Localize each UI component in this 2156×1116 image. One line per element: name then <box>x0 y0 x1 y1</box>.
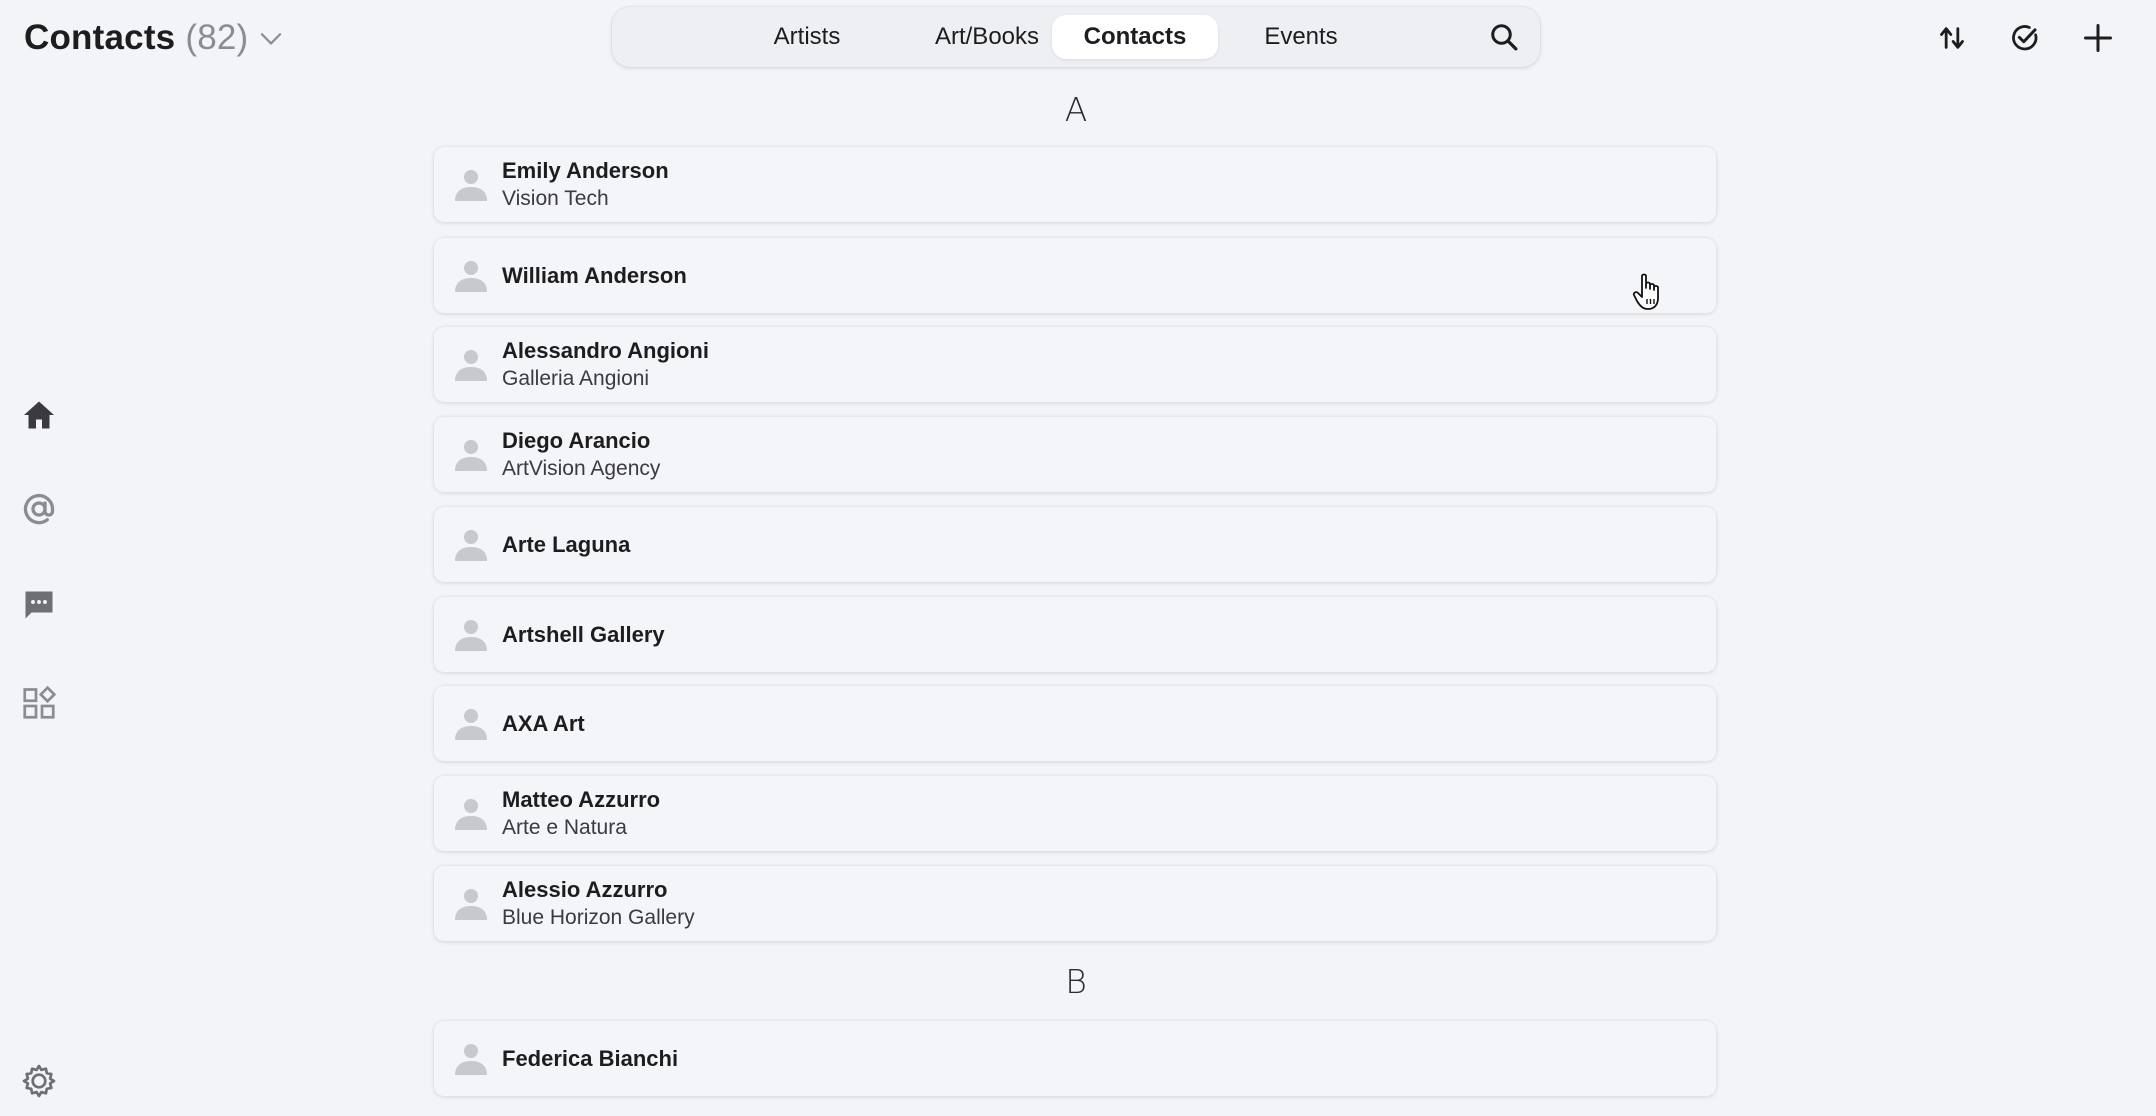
contact-company: ArtVision Agency <box>502 456 661 480</box>
contact-name: AXA Art <box>502 710 585 736</box>
chevron-down-icon[interactable] <box>258 25 284 51</box>
plus-icon <box>2084 24 2112 52</box>
person-icon <box>455 708 487 740</box>
gear-icon <box>22 1064 56 1098</box>
tab-events[interactable]: Events <box>1234 15 1368 59</box>
sort-icon <box>1940 27 1964 49</box>
contact-name: Matteo Azzurro <box>502 786 661 812</box>
contact-name: Arte Laguna <box>502 531 631 557</box>
tab-contacts[interactable]: Contacts <box>1052 15 1218 59</box>
sort-button[interactable] <box>1932 18 1972 58</box>
section-letter-b: B <box>1065 962 1087 1001</box>
person-icon <box>455 260 487 292</box>
person-icon <box>455 439 487 471</box>
page-title[interactable]: Contacts (82) <box>24 14 284 62</box>
at-sign-icon <box>23 493 55 525</box>
contact-row[interactable]: Alessandro Angioni Galleria Angioni <box>434 327 1716 402</box>
chat-bubble-icon <box>25 591 53 619</box>
contact-name: Alessio Azzurro <box>502 876 668 902</box>
contact-company: Arte e Natura <box>502 815 627 839</box>
contact-company: Vision Tech <box>502 186 609 210</box>
tab-artists-label: Artists <box>773 23 841 50</box>
person-icon <box>455 798 487 830</box>
contact-row[interactable]: Alessio Azzurro Blue Horizon Gallery <box>434 866 1716 941</box>
sidebar-item-home[interactable] <box>20 396 58 434</box>
person-icon <box>455 1043 487 1075</box>
add-contact-button[interactable] <box>2078 18 2118 58</box>
tab-art-books[interactable]: Art/Books <box>902 15 1072 59</box>
tab-art-books-label: Art/Books <box>934 23 1040 50</box>
contact-name: Diego Arancio <box>502 427 651 453</box>
contact-name: Federica Bianchi <box>502 1045 679 1071</box>
select-button[interactable] <box>2005 18 2045 58</box>
contact-row[interactable]: Emily Anderson Vision Tech <box>434 147 1716 222</box>
person-icon <box>455 169 487 201</box>
contact-company: Galleria Angioni <box>502 366 650 390</box>
person-icon <box>455 349 487 381</box>
contact-row[interactable]: AXA Art <box>434 686 1716 761</box>
contact-row[interactable]: Artshell Gallery <box>434 597 1716 672</box>
sidebar-item-apps[interactable] <box>20 684 58 722</box>
contact-row[interactable]: Arte Laguna <box>434 507 1716 582</box>
person-icon <box>455 619 487 651</box>
contact-name: William Anderson <box>502 262 687 288</box>
person-icon <box>455 888 487 920</box>
search-button[interactable] <box>1486 19 1522 55</box>
sidebar-item-messages[interactable] <box>20 586 58 624</box>
page-title-label: Contacts <box>24 18 176 57</box>
sidebar-item-email[interactable] <box>20 490 58 528</box>
contact-name: Artshell Gallery <box>502 621 665 647</box>
contact-row[interactable]: Matteo Azzurro Arte e Natura <box>434 776 1716 851</box>
search-icon <box>1491 24 1518 51</box>
widgets-icon <box>23 685 57 719</box>
section-letter-a: A <box>1064 90 1088 129</box>
tab-artists[interactable]: Artists <box>734 15 880 59</box>
contact-row[interactable]: Federica Bianchi <box>434 1021 1716 1096</box>
check-circle-icon <box>2012 25 2038 51</box>
contact-name: Emily Anderson <box>502 157 669 183</box>
contact-name: Alessandro Angioni <box>502 337 709 363</box>
contact-company: Blue Horizon Gallery <box>502 905 695 929</box>
sidebar-item-settings[interactable] <box>20 1062 58 1100</box>
tab-events-label: Events <box>1264 23 1338 50</box>
tab-contacts-label: Contacts <box>1083 23 1187 50</box>
contact-count: (82) <box>185 18 249 57</box>
person-icon <box>455 529 487 561</box>
home-icon <box>24 401 54 429</box>
contact-row[interactable]: William Anderson <box>434 238 1716 313</box>
contact-row[interactable]: Diego Arancio ArtVision Agency <box>434 417 1716 492</box>
tab-bar: Artists Art/Books Contacts Events <box>612 7 1540 67</box>
